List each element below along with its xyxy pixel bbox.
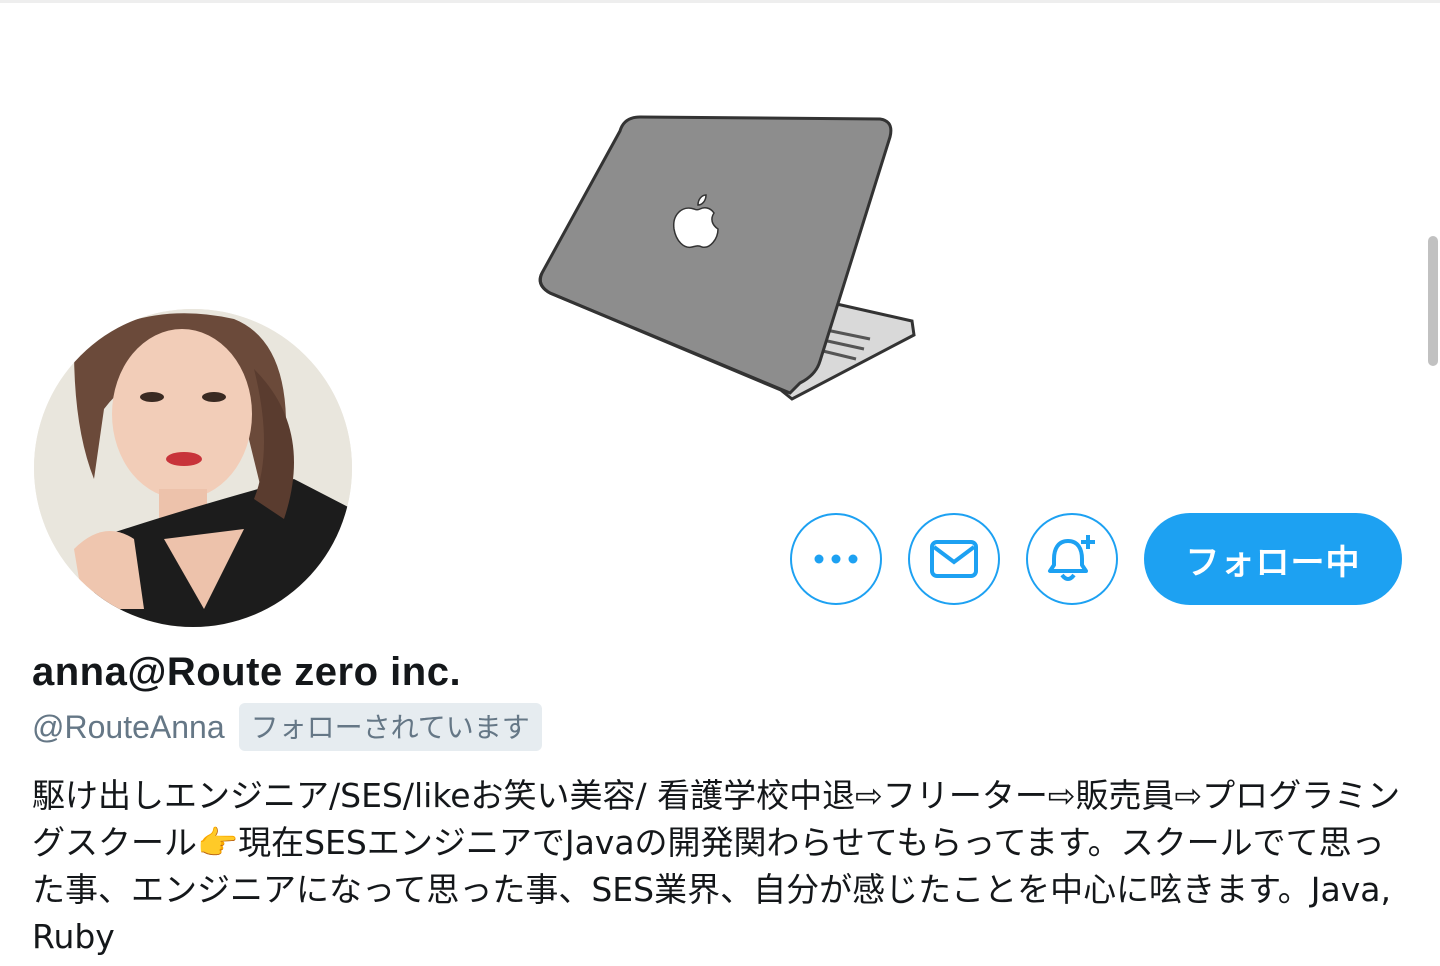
handle-row: @RouteAnna フォローされています [32, 703, 542, 751]
following-button[interactable]: フォロー中 [1144, 513, 1402, 605]
user-handle: @RouteAnna [32, 708, 225, 745]
profile-bio: 駆け出しエンジニア/SES/likeお笑い美容/ 看護学校中退⇨フリーター⇨販売… [32, 776, 1401, 956]
scrollbar-thumb[interactable] [1428, 236, 1438, 366]
more-icon [814, 554, 858, 564]
avatar-image [34, 309, 352, 627]
notifications-button[interactable] [1026, 513, 1118, 605]
avatar[interactable] [30, 305, 356, 631]
display-name: anna@Route zero inc. [32, 650, 462, 694]
bell-plus-icon [1048, 535, 1095, 581]
more-button[interactable] [790, 513, 882, 605]
profile-actions: フォロー中 [790, 512, 1402, 606]
message-button[interactable] [908, 513, 1000, 605]
envelope-icon [930, 540, 978, 578]
follows-you-badge: フォローされています [238, 703, 542, 751]
profile-page: フォロー中 anna@Route zero inc. @RouteAnna フォ… [0, 0, 1440, 966]
laptop-illustration [538, 115, 916, 401]
